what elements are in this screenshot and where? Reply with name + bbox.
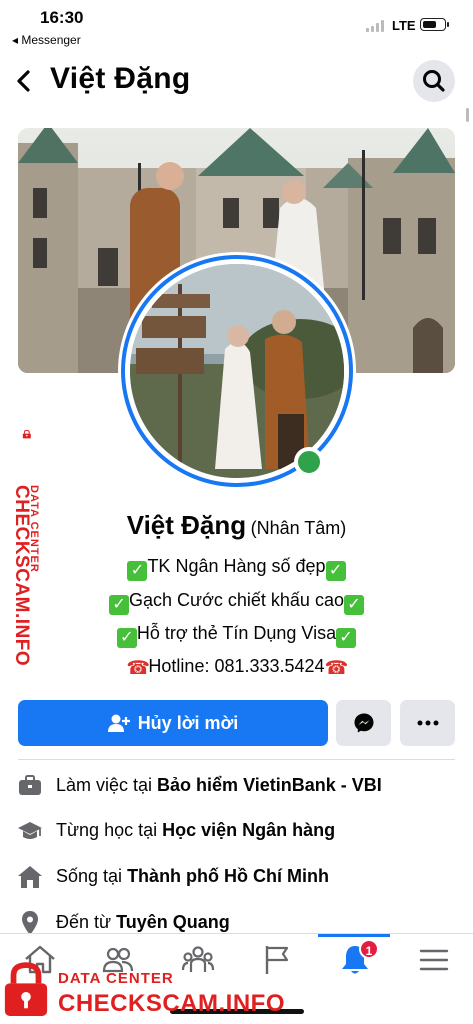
graduation-cap-icon	[18, 822, 42, 839]
bio-line: ✓ Hỗ trợ thẻ Tín Dụng Visa ✓	[0, 623, 473, 648]
bio-text: Hotline: 081.333.5424	[148, 656, 325, 676]
telephone-icon: ☎	[324, 658, 349, 679]
check-mark-icon: ✓	[336, 628, 357, 648]
info-value[interactable]: Bảo hiểm VietinBank - VBI	[157, 775, 382, 795]
search-icon	[423, 70, 445, 92]
watermark-lock-icon	[4, 962, 48, 1016]
info-education: Từng học tại Học viện Ngân hàng	[0, 816, 473, 846]
info-prefix: Sống tại	[56, 866, 128, 886]
check-mark-icon: ✓	[343, 595, 364, 615]
profile-header: Việt Đặng	[0, 55, 473, 107]
info-value[interactable]: Thành phố Hồ Chí Minh	[127, 866, 329, 886]
bio-line: ✓ Gạch Cước chiết khấu cao ✓	[0, 590, 473, 615]
check-mark-icon: ✓	[109, 595, 130, 615]
info-work: Làm việc tại Bảo hiểm VietinBank - VBI	[0, 771, 473, 801]
bio-text: Hỗ trợ thẻ Tín Dụng Visa	[136, 623, 337, 643]
watermark-subtext: DATA CENTER	[28, 485, 40, 573]
info-prefix: Từng học tại	[56, 820, 163, 840]
network-type: LTE	[392, 18, 416, 33]
person-add-icon	[107, 714, 130, 732]
battery-icon	[420, 18, 449, 31]
profile-alt-name: (Nhân Tâm)	[250, 518, 347, 538]
info-value[interactable]: Học viện Ngân hàng	[162, 820, 335, 840]
signal-icon	[366, 20, 388, 32]
bio-line: ✓ TK Ngân Hàng số đẹp ✓	[0, 556, 473, 581]
groups-icon[interactable]	[178, 940, 218, 980]
profile-name: Việt Đặng	[126, 510, 247, 540]
briefcase-icon	[19, 775, 41, 795]
more-options-button[interactable]	[400, 700, 455, 746]
check-mark-icon: ✓	[116, 628, 137, 648]
home-icon	[18, 866, 42, 888]
profile-photo	[130, 264, 344, 478]
divider	[18, 759, 455, 760]
active-tab-indicator	[318, 934, 390, 937]
bio-text: Gạch Cước chiết khấu cao	[129, 590, 344, 610]
check-mark-icon: ✓	[127, 561, 148, 581]
scrollbar[interactable]	[466, 108, 469, 122]
info-value[interactable]: Tuyên Quang	[116, 912, 230, 932]
chevron-left-icon	[17, 70, 30, 92]
back-to-app-link[interactable]: ◂ Messenger	[12, 33, 81, 47]
pages-flag-icon[interactable]	[257, 940, 297, 980]
profile-name-row: Việt Đặng (Nhân Tâm)	[0, 510, 473, 541]
page-title: Việt Đặng	[50, 62, 191, 95]
message-button[interactable]	[336, 700, 391, 746]
check-mark-icon: ✓	[325, 561, 346, 581]
notification-badge: 1	[359, 939, 379, 959]
info-prefix: Đến từ	[56, 912, 117, 932]
watermark-text: CHECKSCAM.INFO	[58, 990, 285, 1017]
telephone-icon: ☎	[126, 658, 151, 679]
online-status-indicator	[294, 447, 324, 477]
watermark-subtext: DATA CENTER	[58, 970, 174, 987]
menu-icon[interactable]	[414, 940, 454, 980]
status-time: 16:30	[40, 8, 84, 27]
info-prefix: Làm việc tại	[56, 775, 158, 795]
bio-line: ☎Hotline: 081.333.5424☎	[0, 656, 473, 679]
cancel-request-button[interactable]: Hủy lời mời	[18, 700, 328, 746]
back-button[interactable]	[10, 61, 40, 101]
info-residence: Sống tại Thành phố Hồ Chí Minh	[0, 862, 473, 892]
bio-text: TK Ngân Hàng số đẹp	[147, 556, 326, 576]
status-bar: 16:30 ◂ Messenger LTE	[0, 0, 473, 50]
more-dots-icon	[417, 720, 438, 726]
search-button[interactable]	[413, 60, 455, 102]
watermark-lock-icon	[22, 430, 31, 439]
messenger-icon	[354, 713, 373, 733]
cancel-request-label: Hủy lời mời	[137, 712, 239, 733]
